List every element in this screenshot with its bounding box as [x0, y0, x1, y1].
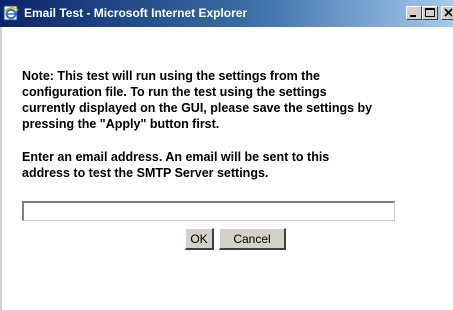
- dialog-body: Note: This test will run using the setti…: [22, 68, 450, 181]
- email-address-input[interactable]: [22, 201, 395, 221]
- note-line: Note: This test will run using the setti…: [22, 69, 320, 83]
- maximize-button[interactable]: [422, 6, 438, 20]
- maximize-icon: [425, 8, 435, 17]
- note-line: currently displayed on the GUI, please s…: [22, 101, 373, 115]
- ok-button[interactable]: OK: [185, 228, 214, 250]
- note-line: pressing the "Apply" button first.: [22, 117, 220, 131]
- prompt-line: Enter an email address. An email will be…: [22, 150, 330, 164]
- close-button[interactable]: [441, 6, 453, 20]
- internet-explorer-icon: [3, 5, 19, 21]
- close-icon: [444, 8, 453, 17]
- window-titlebar[interactable]: Email Test - Microsoft Internet Explorer: [0, 0, 453, 27]
- prompt-line: address to test the SMTP Server settings…: [22, 166, 269, 180]
- minimize-button[interactable]: [406, 6, 422, 20]
- window-title: Email Test - Microsoft Internet Explorer: [24, 6, 248, 20]
- note-line: configuration file. To run the test usin…: [22, 85, 327, 99]
- minimize-icon: [410, 15, 416, 17]
- window-frame-edge: [0, 27, 2, 310]
- cancel-button[interactable]: Cancel: [219, 228, 286, 250]
